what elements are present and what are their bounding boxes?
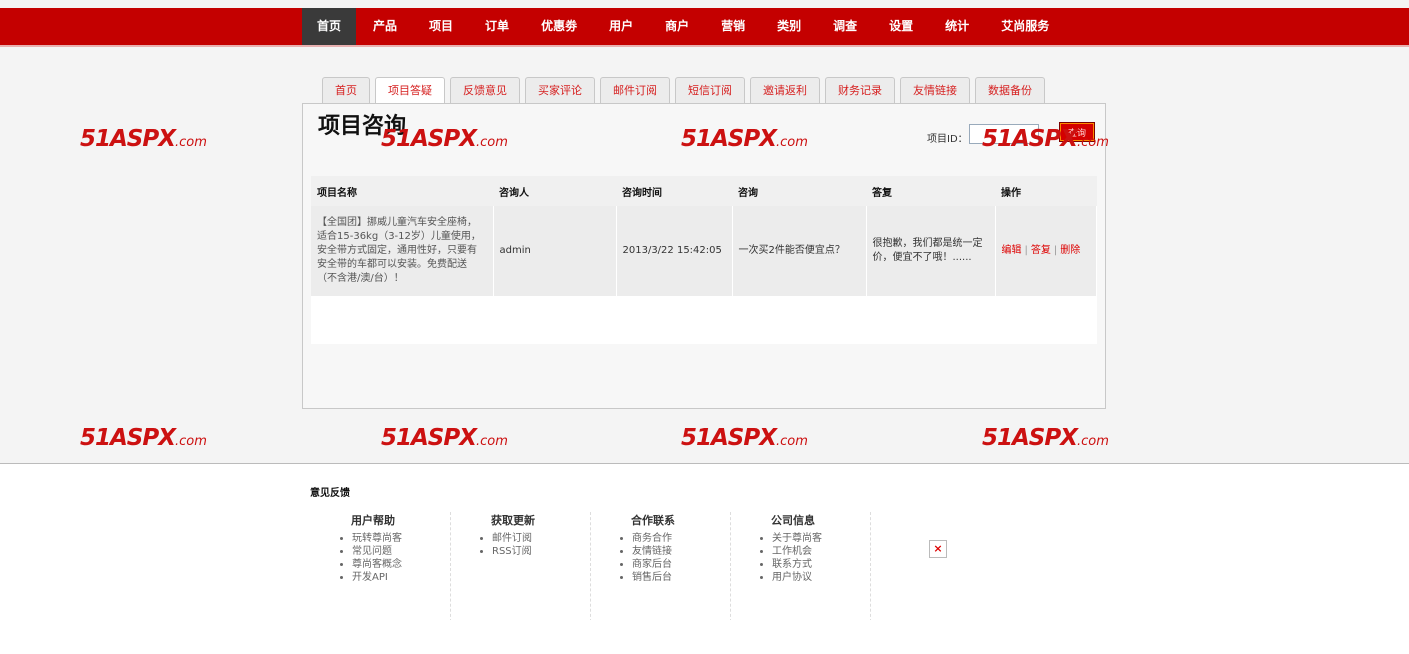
col-reply: 答复 <box>866 176 995 206</box>
watermark-logo: 51ASPX.com <box>80 126 207 152</box>
footer-link[interactable]: 工作机会 <box>772 545 870 558</box>
nav-item-marketing[interactable]: 营销 <box>704 8 760 45</box>
cell-consult-time: 2013/3/22 15:42:05 <box>616 206 733 296</box>
table-header-row: 项目名称 咨询人 咨询时间 咨询 答复 操作 <box>311 176 1097 206</box>
delete-link[interactable]: 删除 <box>1060 245 1080 256</box>
footer-link[interactable]: 尊尚客概念 <box>352 558 450 571</box>
footer-link[interactable]: 关于尊尚客 <box>772 532 870 545</box>
footer-link[interactable]: 邮件订阅 <box>492 532 590 545</box>
broken-image-icon: × <box>929 540 947 558</box>
col-consultant: 咨询人 <box>493 176 616 206</box>
separator: | <box>1053 245 1058 256</box>
footer-link[interactable]: 销售后台 <box>632 571 730 584</box>
nav-item-statistics[interactable]: 统计 <box>928 8 984 45</box>
footer-link[interactable]: RSS订阅 <box>492 545 590 558</box>
top-nav-bar: 首页 产品 项目 订单 优惠劵 用户 商户 营销 类别 调查 设置 统计 艾尚服… <box>0 8 1409 47</box>
tab-sms-subscriptions[interactable]: 短信订阅 <box>675 77 745 103</box>
feedback-link[interactable]: 意见反馈 <box>310 484 350 499</box>
col-actions: 操作 <box>995 176 1097 206</box>
nav-item-categories[interactable]: 类别 <box>760 8 816 45</box>
footer-link[interactable]: 开发API <box>352 571 450 584</box>
nav-item-merchants[interactable]: 商户 <box>648 8 704 45</box>
table-empty-area <box>311 296 1097 344</box>
nav-item-coupons[interactable]: 优惠劵 <box>524 8 592 45</box>
watermark-logo: 51ASPX.com <box>381 425 508 451</box>
footer-link[interactable]: 联系方式 <box>772 558 870 571</box>
watermark-logo: 51ASPX.com <box>80 425 207 451</box>
footer-col-help: 用户帮助 玩转尊尚客 常见问题 尊尚客概念 开发API <box>340 512 451 622</box>
separator: | <box>1024 245 1028 256</box>
col-question: 咨询 <box>732 176 866 206</box>
footer-col-title: 获取更新 <box>491 514 535 527</box>
nav-item-settings[interactable]: 设置 <box>872 8 928 45</box>
cell-reply: 很抱歉，我们都是统一定价，便宜不了哦！...... <box>866 206 996 296</box>
main-nav: 首页 产品 项目 订单 优惠劵 用户 商户 营销 类别 调查 设置 统计 艾尚服… <box>302 8 1064 45</box>
footer-col-title: 公司信息 <box>771 514 815 527</box>
sub-tabs: 首页 项目答疑 反馈意见 买家评论 邮件订阅 短信订阅 邀请返利 财务记录 友情… <box>322 77 1050 105</box>
footer-link[interactable]: 商家后台 <box>632 558 730 571</box>
tab-feedback[interactable]: 反馈意见 <box>450 77 520 103</box>
cell-actions: 编辑 | 答复 | 删除 <box>995 206 1097 296</box>
nav-item-orders[interactable]: 订单 <box>468 8 524 45</box>
nav-item-service[interactable]: 艾尚服务 <box>984 8 1064 45</box>
nav-item-users[interactable]: 用户 <box>592 8 648 45</box>
edit-link[interactable]: 编辑 <box>1002 245 1022 256</box>
cell-project-name: 【全国团】挪威儿童汽车安全座椅，适合15-36kg（3-12岁）儿童使用，安全带… <box>311 206 494 296</box>
footer-col-title: 合作联系 <box>631 514 675 527</box>
col-consult-time: 咨询时间 <box>616 176 732 206</box>
project-id-label: 项目ID： <box>927 134 968 145</box>
nav-item-projects[interactable]: 项目 <box>412 8 468 45</box>
watermark-logo: 51ASPX.com <box>681 126 808 152</box>
tab-data-backup[interactable]: 数据备份 <box>975 77 1045 103</box>
reply-link[interactable]: 答复 <box>1031 245 1051 256</box>
footer-col-contact: 合作联系 商务合作 友情链接 商家后台 销售后台 <box>620 512 731 622</box>
tab-home[interactable]: 首页 <box>322 77 370 103</box>
footer-link[interactable]: 友情链接 <box>632 545 730 558</box>
tab-buyer-reviews[interactable]: 买家评论 <box>525 77 595 103</box>
footer-link[interactable]: 常见问题 <box>352 545 450 558</box>
watermark-logo: 51ASPX.com <box>681 425 808 451</box>
watermark-logo: 51ASPX.com <box>982 126 1109 152</box>
nav-item-home[interactable]: 首页 <box>302 8 357 45</box>
footer-col-title: 用户帮助 <box>351 514 395 527</box>
consultation-table: 项目名称 咨询人 咨询时间 咨询 答复 操作 【全国团】挪威儿童汽车安全座椅，适… <box>311 176 1097 344</box>
nav-item-surveys[interactable]: 调查 <box>816 8 872 45</box>
watermark-logo: 51ASPX.com <box>381 126 508 152</box>
tab-invite-rebate[interactable]: 邀请返利 <box>750 77 820 103</box>
cell-question: 一次买2件能否便宜点？ <box>732 206 867 296</box>
nav-item-products[interactable]: 产品 <box>356 8 412 45</box>
tab-finance-records[interactable]: 财务记录 <box>825 77 895 103</box>
footer-link[interactable]: 玩转尊尚客 <box>352 532 450 545</box>
table-row: 【全国团】挪威儿童汽车安全座椅，适合15-36kg（3-12岁）儿童使用，安全带… <box>311 206 1097 296</box>
footer-link[interactable]: 商务合作 <box>632 532 730 545</box>
footer-col-updates: 获取更新 邮件订阅 RSS订阅 <box>480 512 591 622</box>
watermark-logo: 51ASPX.com <box>982 425 1109 451</box>
tab-project-qa[interactable]: 项目答疑 <box>375 77 445 105</box>
col-project-name: 项目名称 <box>311 176 493 206</box>
footer-col-company: 公司信息 关于尊尚客 工作机会 联系方式 用户协议 <box>760 512 871 622</box>
cell-consultant: admin <box>493 206 617 296</box>
tab-friend-links[interactable]: 友情链接 <box>900 77 970 103</box>
page-bottom-blank <box>0 620 1409 653</box>
footer-link[interactable]: 用户协议 <box>772 571 870 584</box>
tab-email-subscriptions[interactable]: 邮件订阅 <box>600 77 670 103</box>
